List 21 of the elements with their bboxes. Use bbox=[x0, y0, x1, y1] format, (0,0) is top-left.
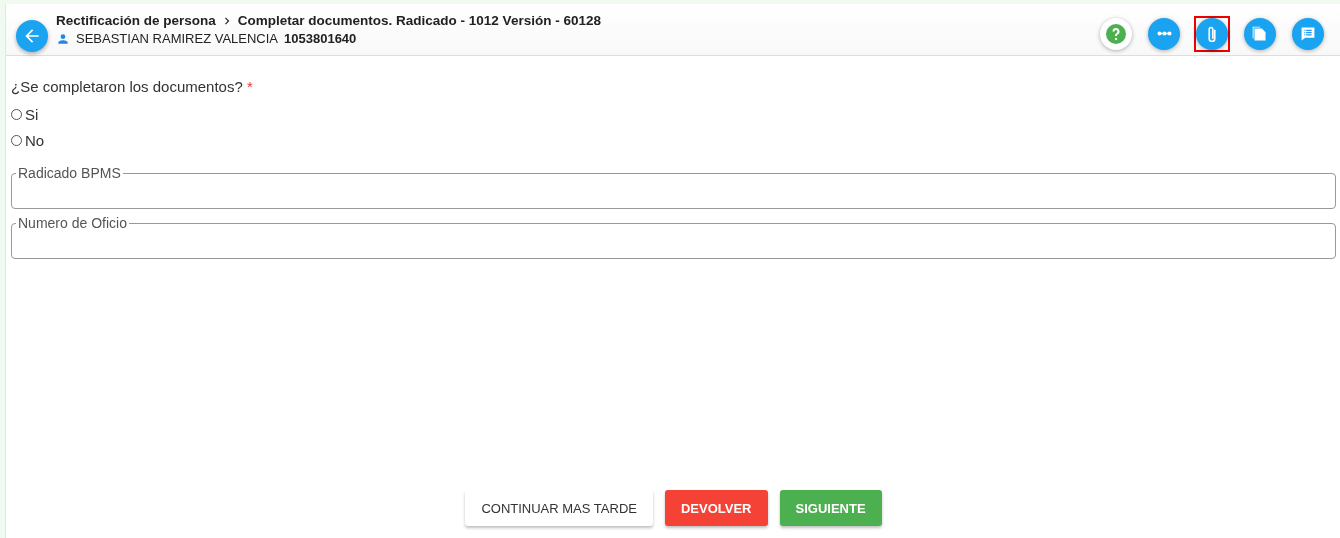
paperclip-icon bbox=[1208, 25, 1216, 42]
input-field[interactable]: Radicado BPMS bbox=[11, 165, 1336, 209]
help-icon bbox=[1104, 21, 1128, 46]
question-label: ¿Se completaron los documentos? bbox=[11, 78, 243, 95]
help-button[interactable] bbox=[1100, 17, 1132, 50]
input-field[interactable]: Numero de Oficio bbox=[11, 215, 1336, 259]
required-mark: * bbox=[246, 78, 253, 95]
continue-later-button[interactable]: CONTINUAR MAS TARDE bbox=[465, 490, 653, 526]
option-label: Si bbox=[25, 105, 39, 123]
person-icon bbox=[56, 31, 70, 46]
more-icon bbox=[1156, 31, 1172, 36]
documents-button[interactable] bbox=[1244, 17, 1276, 50]
option-label: No bbox=[25, 131, 45, 149]
more-button[interactable] bbox=[1148, 17, 1180, 50]
message-button[interactable] bbox=[1292, 17, 1324, 50]
back-button[interactable] bbox=[16, 19, 48, 52]
breadcrumb-item: Completar documentos. Radicado - 1012 Versión - 60128 bbox=[237, 13, 601, 28]
person-id: 1053801640 bbox=[284, 31, 357, 46]
person-name: SEBASTIAN RAMIREZ VALENCIA bbox=[76, 31, 279, 46]
return-button[interactable]: DEVOLVER bbox=[664, 490, 768, 526]
breadcrumb-item: Rectificación de persona bbox=[56, 13, 216, 28]
